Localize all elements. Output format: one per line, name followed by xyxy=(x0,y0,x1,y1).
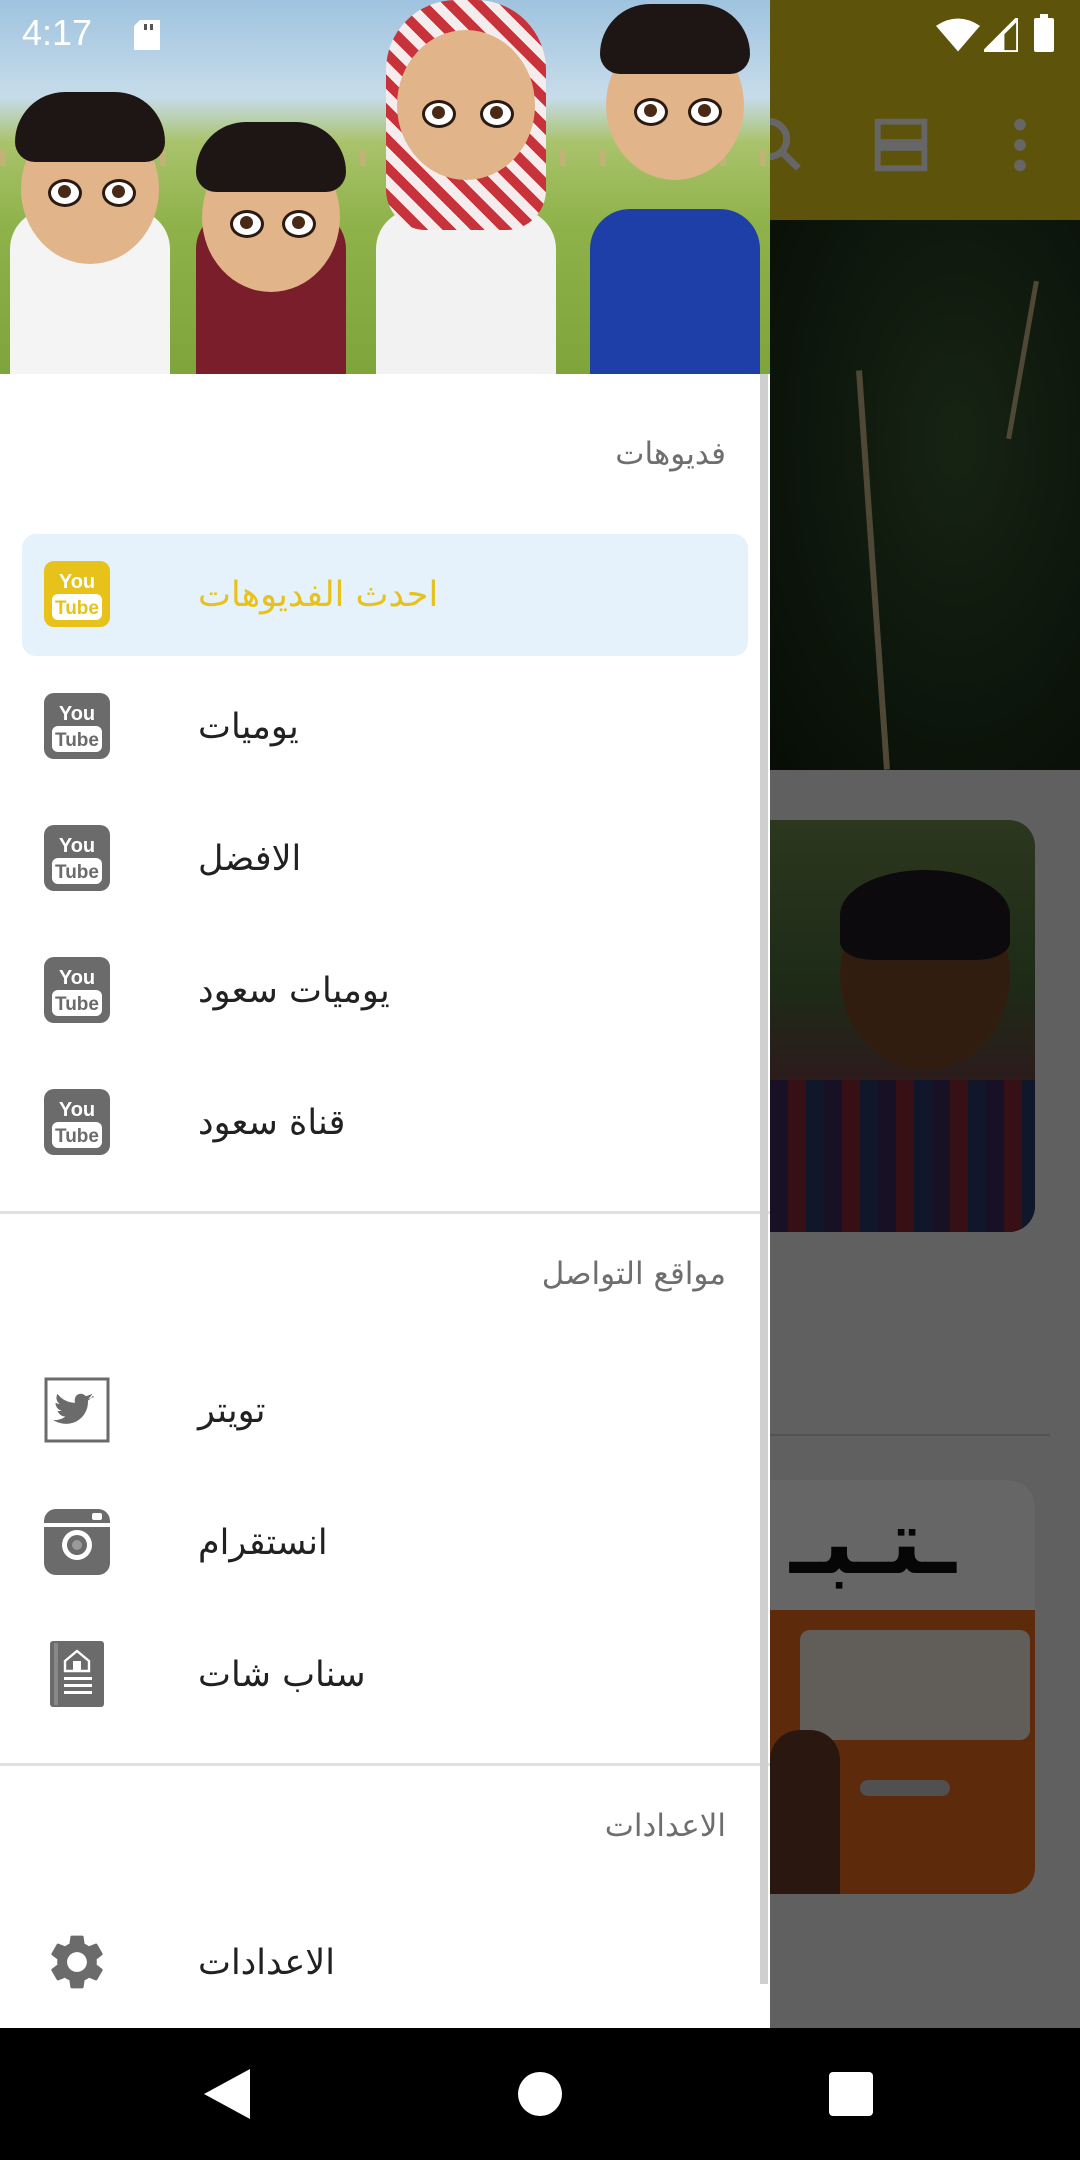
section-divider xyxy=(0,1211,770,1214)
wifi-icon xyxy=(936,18,980,52)
status-time: 4:17 xyxy=(22,12,93,53)
nav-item-saud-channel[interactable]: You Tube قناة سعود xyxy=(22,1062,748,1184)
nav-item-latest-videos[interactable]: You Tube احدث الفديوهات xyxy=(22,534,748,656)
nav-item-label: يوميات xyxy=(198,707,299,747)
svg-text:You: You xyxy=(59,571,95,593)
sd-card-icon xyxy=(134,20,160,50)
drawer-scrollbar[interactable] xyxy=(760,374,768,1984)
nav-item-label: الاعدادات xyxy=(198,1943,335,1983)
nav-item-label: انستقرام xyxy=(198,1523,328,1563)
battery-icon xyxy=(1034,14,1054,52)
svg-text:Tube: Tube xyxy=(55,994,99,1015)
navigation-drawer: فديوهات You Tube احدث الفديوهات You Tube ي… xyxy=(0,0,770,2028)
section-divider xyxy=(0,1763,770,1766)
svg-text:You: You xyxy=(59,1099,95,1121)
nav-item-label: سناب شات xyxy=(198,1655,366,1695)
youtube-icon: You Tube xyxy=(44,825,110,891)
youtube-icon: You Tube xyxy=(44,561,110,627)
gear-icon xyxy=(51,1935,103,1989)
nav-item-label: الافضل xyxy=(198,839,302,879)
nav-item-instagram[interactable]: انستقرام xyxy=(22,1482,748,1604)
snapchat-icon xyxy=(50,1641,104,1707)
nav-item-label: احدث الفديوهات xyxy=(198,575,439,615)
system-nav-bar xyxy=(0,2028,1080,2160)
status-bar: 4:17 xyxy=(0,0,1080,66)
section-title-videos: فديوهات xyxy=(615,436,726,472)
signal-icon xyxy=(984,18,1018,52)
recents-icon[interactable] xyxy=(829,2072,873,2116)
svg-text:You: You xyxy=(59,703,95,725)
svg-text:Tube: Tube xyxy=(55,598,99,619)
svg-text:You: You xyxy=(59,835,95,857)
nav-item-saud-diaries[interactable]: You Tube يوميات سعود xyxy=(22,930,748,1052)
nav-item-best[interactable]: You Tube الافضل xyxy=(22,798,748,920)
youtube-icon: You Tube xyxy=(44,957,110,1023)
nav-item-settings[interactable]: الاعدادات xyxy=(22,1902,748,2024)
nav-item-diaries[interactable]: You Tube يوميات xyxy=(22,666,748,788)
youtube-icon: You Tube xyxy=(44,1089,110,1155)
nav-item-snapchat[interactable]: سناب شات xyxy=(22,1614,748,1736)
section-title-social: مواقع التواصل xyxy=(541,1256,726,1292)
section-title-settings: الاعدادات xyxy=(604,1808,726,1844)
svg-text:Tube: Tube xyxy=(55,862,99,883)
svg-text:You: You xyxy=(59,967,95,989)
nav-item-twitter[interactable]: تويتر xyxy=(22,1350,748,1472)
instagram-icon xyxy=(44,1509,110,1575)
twitter-icon xyxy=(44,1377,110,1443)
youtube-icon: You Tube xyxy=(44,693,110,759)
svg-text:Tube: Tube xyxy=(55,1126,99,1147)
nav-item-label: تويتر xyxy=(198,1391,266,1431)
nav-item-label: قناة سعود xyxy=(198,1103,346,1143)
back-icon[interactable] xyxy=(204,2069,250,2119)
home-icon[interactable] xyxy=(518,2072,562,2116)
svg-text:Tube: Tube xyxy=(55,730,99,751)
nav-item-label: يوميات سعود xyxy=(198,971,390,1011)
